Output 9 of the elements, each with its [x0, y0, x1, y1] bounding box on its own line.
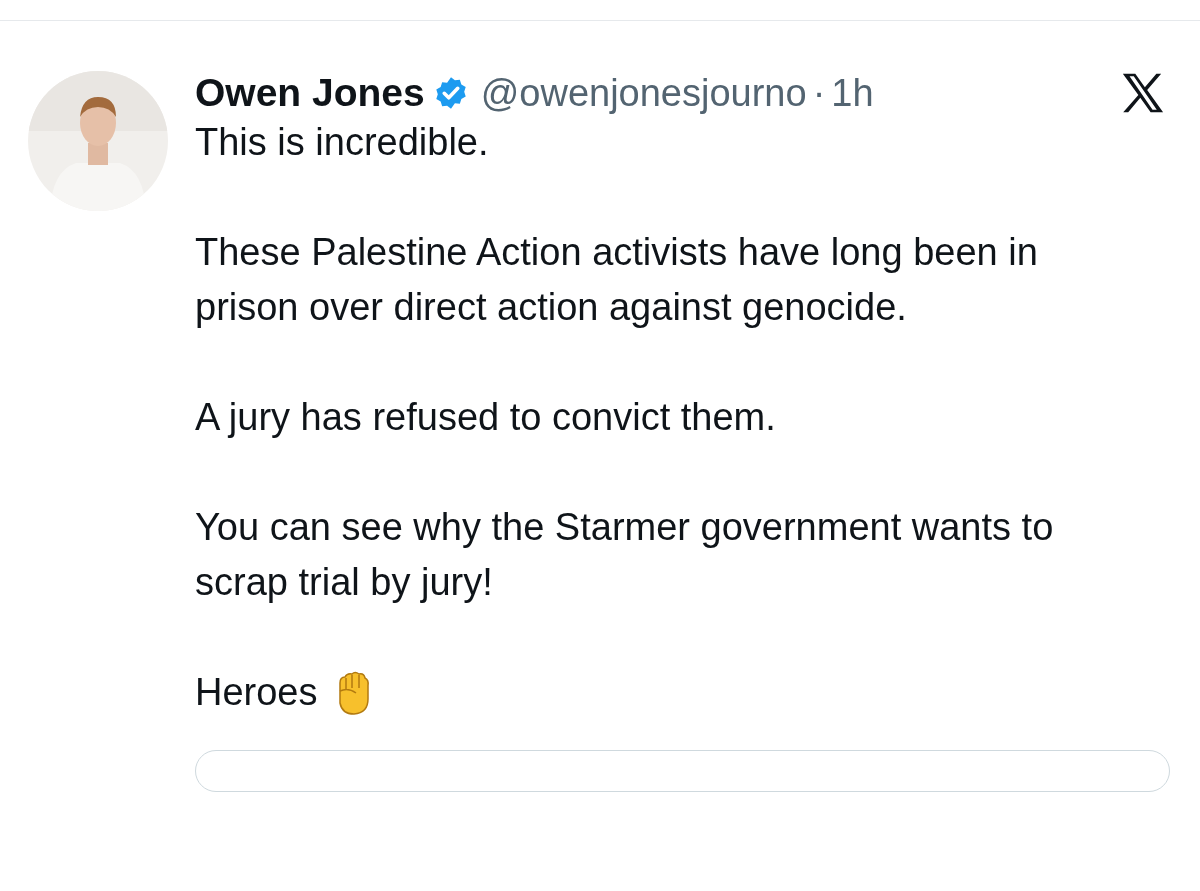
author-name[interactable]: Owen Jones [195, 71, 425, 115]
author-handle[interactable]: @owenjonesjourno [480, 71, 807, 115]
post-text: Heroes [195, 670, 318, 715]
post-text: This is incredible. [195, 120, 489, 165]
post-text: These Palestine Action activists have long been in prison over direct action against genocide. [195, 230, 1039, 330]
post-time[interactable]: 1h [831, 71, 874, 115]
post-text: You can see why the Starmer government wants to scrap trial by jury! [195, 505, 1055, 605]
post-text: A jury has refused to convict them. [195, 395, 776, 440]
separator-dot: · [812, 71, 826, 115]
